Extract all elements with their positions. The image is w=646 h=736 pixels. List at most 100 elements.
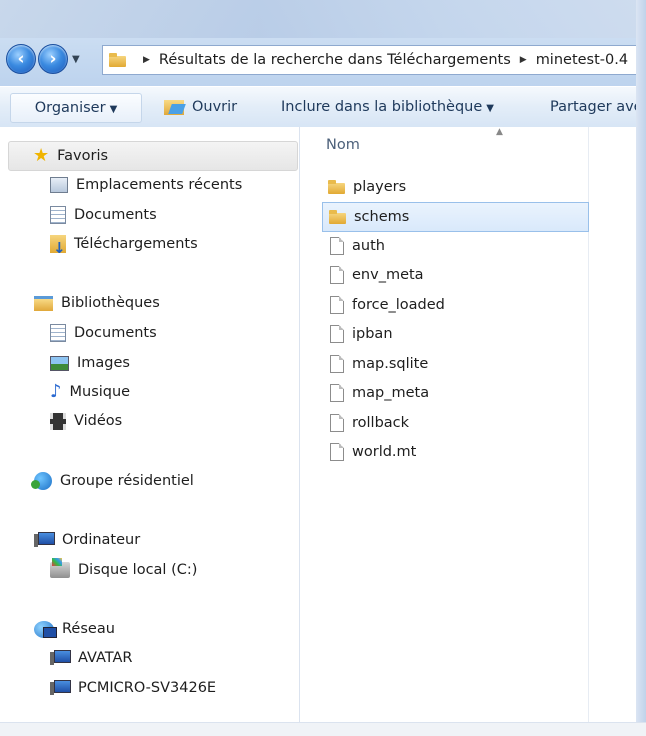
file-icon [330,355,344,373]
open-button[interactable]: Ouvrir [164,93,237,121]
column-header-name[interactable]: Nom [326,137,360,153]
nav-library-music[interactable]: ♪ Musique [50,378,130,406]
nav-favorites-label: Favoris [57,148,109,164]
file-icon [330,237,344,255]
file-icon [330,325,344,343]
file-name: schems [354,209,410,225]
computer-icon [50,680,71,696]
nav-library-videos[interactable]: Vidéos [50,407,122,435]
nav-network-pcmicro[interactable]: PCMICRO-SV3426E [50,674,216,702]
file-name: ipban [352,326,393,342]
file-name: players [353,179,407,195]
film-strip-icon [50,412,66,430]
navigation-buttons: ‹ › ▼ [6,42,84,76]
nav-libraries-label: Bibliothèques [61,295,160,311]
folder-icon [329,210,346,224]
nav-homegroup-label: Groupe résidentiel [60,473,194,489]
file-icon [330,384,344,402]
nav-library-images-label: Images [77,355,130,371]
file-icon [330,296,344,314]
nav-library-documents-label: Documents [74,325,157,341]
nav-library-music-label: Musique [69,384,131,400]
list-item[interactable]: map_meta [322,379,587,407]
organize-label: Organiser [34,100,106,116]
list-item[interactable]: map.sqlite [322,350,587,378]
address-bar[interactable]: ▶ Résultats de la recherche dans Télécha… [102,45,646,75]
open-folder-icon [164,99,184,115]
nav-recent-places[interactable]: Emplacements récents [50,171,242,199]
nav-library-documents[interactable]: Documents [50,319,157,347]
documents-icon [50,206,66,224]
window-title-strip [0,0,646,38]
breadcrumb-current-folder[interactable]: minetest-0.4 [536,52,628,68]
explorer-window: ‹ › ▼ ▶ Résultats de la recherche dans T… [0,0,646,736]
file-name: map_meta [352,385,430,401]
computer-icon [50,650,71,666]
file-name: force_loaded [352,297,445,313]
file-icon [330,266,344,284]
list-item[interactable]: ipban [322,320,587,348]
nav-homegroup[interactable]: Groupe résidentiel [31,467,194,495]
nav-library-images[interactable]: Images [50,349,130,377]
hard-drive-icon [50,558,70,578]
nav-favorites-documents[interactable]: Documents [50,201,157,229]
breadcrumb-search-results[interactable]: Résultats de la recherche dans Télécharg… [159,52,511,68]
list-item[interactable]: auth [322,232,587,260]
nav-local-disk[interactable]: Disque local (C:) [50,556,197,584]
list-item[interactable]: env_meta [322,261,587,289]
file-name: world.mt [352,444,417,460]
chevron-down-icon: ▼ [486,103,494,114]
libraries-icon [34,295,53,311]
nav-local-disk-label: Disque local (C:) [78,562,198,578]
list-item[interactable]: force_loaded [322,291,587,319]
list-item-selected[interactable]: schems [322,202,589,232]
share-label: Partager avec [550,99,646,115]
address-bar-area: ‹ › ▼ ▶ Résultats de la recherche dans T… [0,0,646,86]
file-name: rollback [352,415,410,431]
pictures-icon [50,355,69,371]
nav-downloads[interactable]: Téléchargements [50,230,198,262]
file-name: env_meta [352,267,424,283]
status-area [0,722,646,736]
downloads-icon [50,234,66,262]
command-bar: Organiser ▼ Ouvrir Inclure dans la biblio… [0,86,646,128]
nav-network-avatar-label: AVATAR [78,650,133,666]
homegroup-icon [31,472,52,490]
breadcrumb-chevron-icon[interactable]: ▶ [143,55,150,65]
nav-favorites-documents-label: Documents [74,207,157,223]
computer-icon [34,532,55,548]
nav-network-label: Réseau [62,621,115,637]
include-in-library-button[interactable]: Inclure dans la bibliothèque ▼ [281,93,494,121]
nav-computer[interactable]: Ordinateur [34,526,140,554]
music-note-icon: ♪ [50,381,62,402]
nav-network-pcmicro-label: PCMICRO-SV3426E [78,680,217,696]
recent-pages-dropdown-icon[interactable]: ▼ [72,54,80,65]
star-icon: ★ [33,145,50,166]
share-with-button[interactable]: Partager avec [550,93,646,121]
documents-icon [50,324,66,342]
navigation-pane: ★ Favoris Emplacements récents Documents … [0,127,300,736]
breadcrumb-chevron-icon[interactable]: ▶ [520,55,527,65]
window-border [636,0,646,736]
list-item[interactable]: players [322,173,587,201]
forward-button[interactable]: › [38,44,68,74]
file-name: map.sqlite [352,356,429,372]
list-item[interactable]: rollback [322,409,587,437]
nav-recent-places-label: Emplacements récents [76,177,243,193]
back-button[interactable]: ‹ [6,44,36,74]
open-label: Ouvrir [192,99,238,115]
list-item[interactable]: world.mt [322,438,587,466]
network-icon [34,620,57,638]
nav-favorites[interactable]: ★ Favoris [8,141,298,171]
file-name: auth [352,238,385,254]
file-list-pane: ▲ Nom players schems auth env_meta force… [300,127,646,736]
file-icon [330,414,344,432]
nav-libraries[interactable]: Bibliothèques [34,289,160,317]
folder-icon [328,180,345,194]
organize-button[interactable]: Organiser ▼ [10,93,142,123]
nav-network[interactable]: Réseau [34,615,115,643]
recent-places-icon [50,177,68,193]
nav-network-avatar[interactable]: AVATAR [50,644,133,672]
file-icon [330,443,344,461]
folder-icon [109,53,126,67]
